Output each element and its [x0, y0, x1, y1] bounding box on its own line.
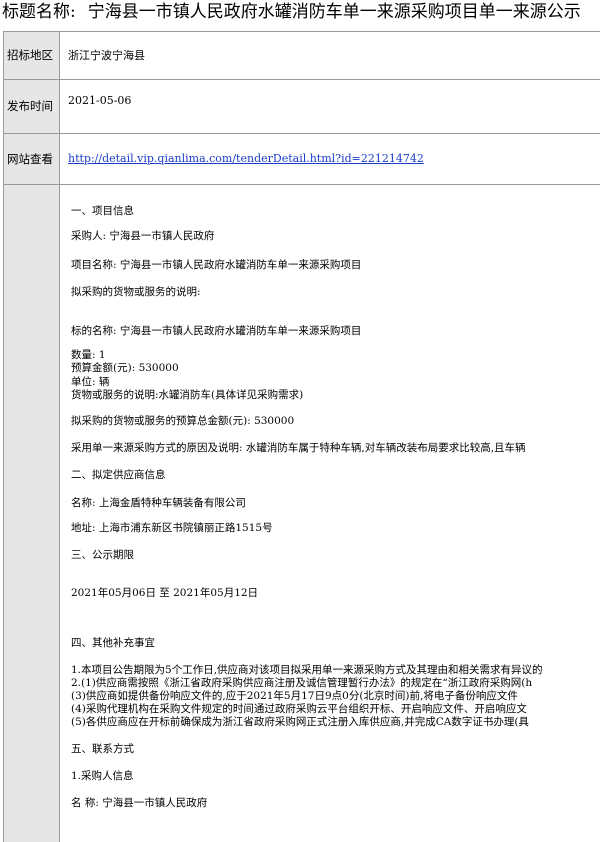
- row-website: 网站查看 http://detail.vip.qianlima.com/tend…: [4, 134, 600, 185]
- title-text: 宁海县一市镇人民政府水罐消防车单一来源采购项目单一来源公示: [87, 2, 581, 22]
- title-label: 标题名称:: [2, 2, 76, 22]
- section-project-info: 一、项目信息: [71, 205, 134, 217]
- row-region: 招标地区 浙江宁波宁海县: [4, 32, 600, 80]
- item-name-line: 标的名称: 宁海县一市镇人民政府水罐消防车单一来源采购项目: [71, 325, 362, 337]
- region-label: 招标地区: [4, 32, 60, 79]
- section-supplementary: 四、其他补充事宜: [71, 637, 155, 649]
- publish-label: 发布时间: [4, 80, 60, 133]
- section-contact: 五、联系方式: [71, 743, 134, 755]
- publish-value: 2021-05-06: [68, 94, 132, 107]
- section-supplier: 二、拟定供应商信息: [71, 469, 166, 481]
- goods-desc-label: 拟采购的货物或服务的说明:: [71, 286, 201, 298]
- contact-name-line: 名 称: 宁海县一市镇人民政府: [71, 797, 208, 809]
- website-label: 网站查看: [4, 134, 60, 184]
- project-name-line: 项目名称: 宁海县一市镇人民政府水罐消防车单一来源采购项目: [71, 259, 362, 271]
- page-title: 标题名称: 宁海县一市镇人民政府水罐消防车单一来源采购项目单一来源公示: [0, 0, 600, 30]
- row-content: 一、项目信息 采购人: 宁海县一市镇人民政府 项目名称: 宁海县一市镇人民政府水…: [4, 185, 600, 842]
- region-value: 浙江宁波宁海县: [68, 49, 145, 62]
- section-period: 三、公示期限: [71, 549, 134, 561]
- note-5: (5)各供应商应在开标前确保成为浙江省政府采购网正式注册入库供应商,并完成CA数…: [71, 716, 529, 728]
- budget-line: 预算金额(元): 530000: [71, 362, 179, 374]
- row-publish-time: 发布时间 2021-05-06: [4, 80, 600, 134]
- buyer-line: 采购人: 宁海县一市镇人民政府: [71, 230, 215, 242]
- info-table: 招标地区 浙江宁波宁海县 发布时间 2021-05-06 网站查看 http:/…: [3, 31, 600, 842]
- detail-link[interactable]: http://detail.vip.qianlima.com/tenderDet…: [68, 152, 424, 165]
- announcement-body: 一、项目信息 采购人: 宁海县一市镇人民政府 项目名称: 宁海县一市镇人民政府水…: [61, 185, 600, 842]
- period-line: 2021年05月06日 至 2021年05月12日: [71, 587, 259, 599]
- supplier-address-line: 地址: 上海市浦东新区书院镇丽正路1515号: [71, 522, 273, 534]
- goods-desc-line: 货物或服务的说明:水罐消防车(具体详见采购需求): [71, 389, 304, 401]
- content-label-cell: [4, 185, 60, 842]
- reason-line: 采用单一来源采购方式的原因及说明: 水罐消防车属于特种车辆,对车辆改装布局要求比…: [71, 442, 526, 454]
- total-budget-line: 拟采购的货物或服务的预算总金额(元): 530000: [71, 415, 295, 427]
- supplier-name-line: 名称: 上海金盾特种车辆装备有限公司: [71, 497, 246, 509]
- contact-subheading: 1.采购人信息: [71, 770, 134, 782]
